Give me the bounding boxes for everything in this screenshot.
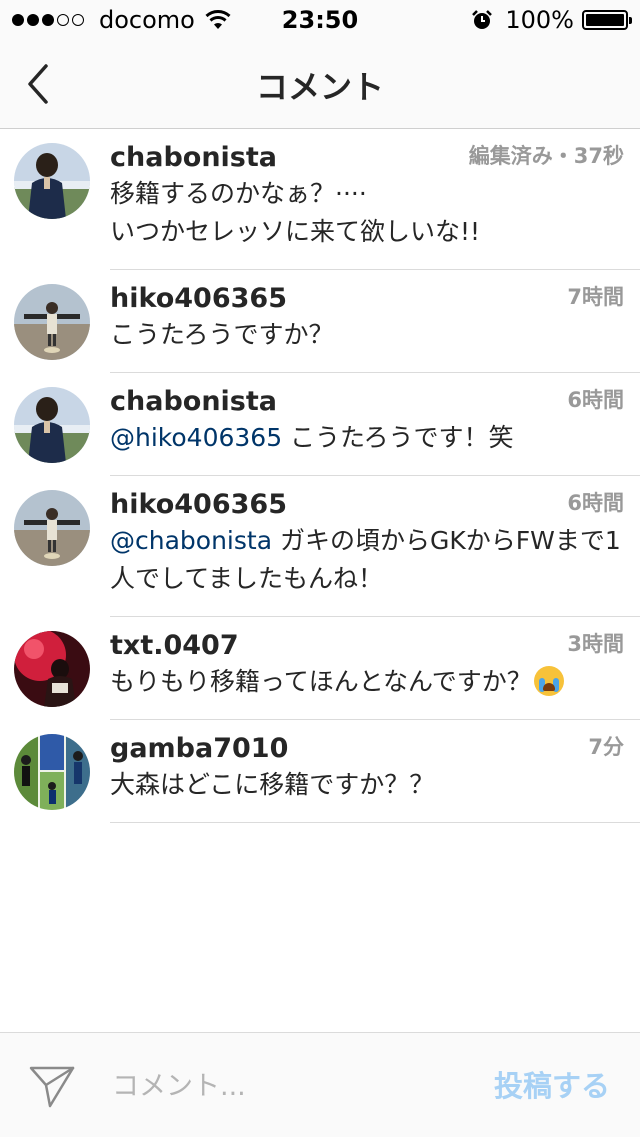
avatar[interactable] [14,284,90,360]
comment-item: chabonista 6時間 @hiko406365 こうたろうです！笑 [0,373,640,476]
status-bar: docomo 23:50 100% [0,0,640,40]
comment-item: txt.0407 3時間 もりもり移籍ってほんとなんですか？ [0,617,640,720]
comment-text: もりもり移籍ってほんとなんですか？ [110,663,626,719]
comment-text: @chabonista ガキの頃からGKからFWまで1人でしてましたもんね！ [110,522,626,616]
avatar[interactable] [14,387,90,463]
avatar[interactable] [14,631,90,707]
battery-percent: 100% [505,6,574,34]
comment-username[interactable]: hiko406365 [110,282,626,316]
mention-link[interactable]: @chabonista [110,526,272,555]
comment-text: 大森はどこに移籍ですか？？ [110,766,626,822]
page-title: コメント [255,68,384,106]
battery-icon [582,10,632,30]
divider [110,822,640,823]
comment-text: 移籍するのかなぁ？···· いつかセレッソに来て欲しいな!! [110,175,626,269]
comment-item: hiko406365 7時間 こうたろうですか？ [0,270,640,373]
avatar[interactable] [14,143,90,219]
comment-item: gamba7010 7分 大森はどこに移籍ですか？？ [0,720,640,823]
crying-face-icon [533,666,564,696]
nav-bar: コメント [0,40,640,129]
comment-item: chabonista 編集済み・37秒 移籍するのかなぁ？···· いつかセレッ… [0,129,640,270]
avatar[interactable] [14,490,90,566]
comment-text-content: こうたろうです！笑 [282,423,514,452]
comment-input-bar: 投稿する [0,1032,640,1137]
comment-list: chabonista 編集済み・37秒 移籍するのかなぁ？···· いつかセレッ… [0,129,640,823]
comment-item: hiko406365 6時間 @chabonista ガキの頃からGKからFWま… [0,476,640,617]
comment-username[interactable]: txt.0407 [110,629,626,663]
comment-timestamp: 7時間 [567,285,624,309]
comment-text-line: 移籍するのかなぁ？···· [110,179,367,208]
comment-username[interactable]: hiko406365 [110,488,626,522]
comment-text-content: 大森はどこに移籍ですか？？ [110,770,435,799]
avatar[interactable] [14,734,90,810]
comment-text: こうたろうですか？ [110,316,626,372]
comment-username[interactable]: chabonista [110,385,626,419]
comment-input[interactable] [110,1063,444,1109]
alarm-icon [472,10,493,29]
mention-link[interactable]: @hiko406365 [110,423,282,452]
comment-timestamp: 6時間 [567,388,624,412]
comment-timestamp: 3時間 [567,632,624,656]
comment-timestamp: 6時間 [567,491,624,515]
status-right: 100% [471,6,632,34]
comment-text-content: こうたろうですか？ [110,320,334,349]
comment-text-line: いつかセレッソに来て欲しいな!! [110,217,481,246]
comment-timestamp: 7分 [588,735,624,759]
comment-text: @hiko406365 こうたろうです！笑 [110,419,626,475]
comment-text-content: もりもり移籍ってほんとなんですか？ [110,667,532,696]
comment-timestamp: 編集済み・37秒 [468,144,624,168]
post-button[interactable]: 投稿する [494,1063,610,1105]
paper-plane-icon[interactable] [28,1063,76,1109]
comment-username[interactable]: gamba7010 [110,732,626,766]
